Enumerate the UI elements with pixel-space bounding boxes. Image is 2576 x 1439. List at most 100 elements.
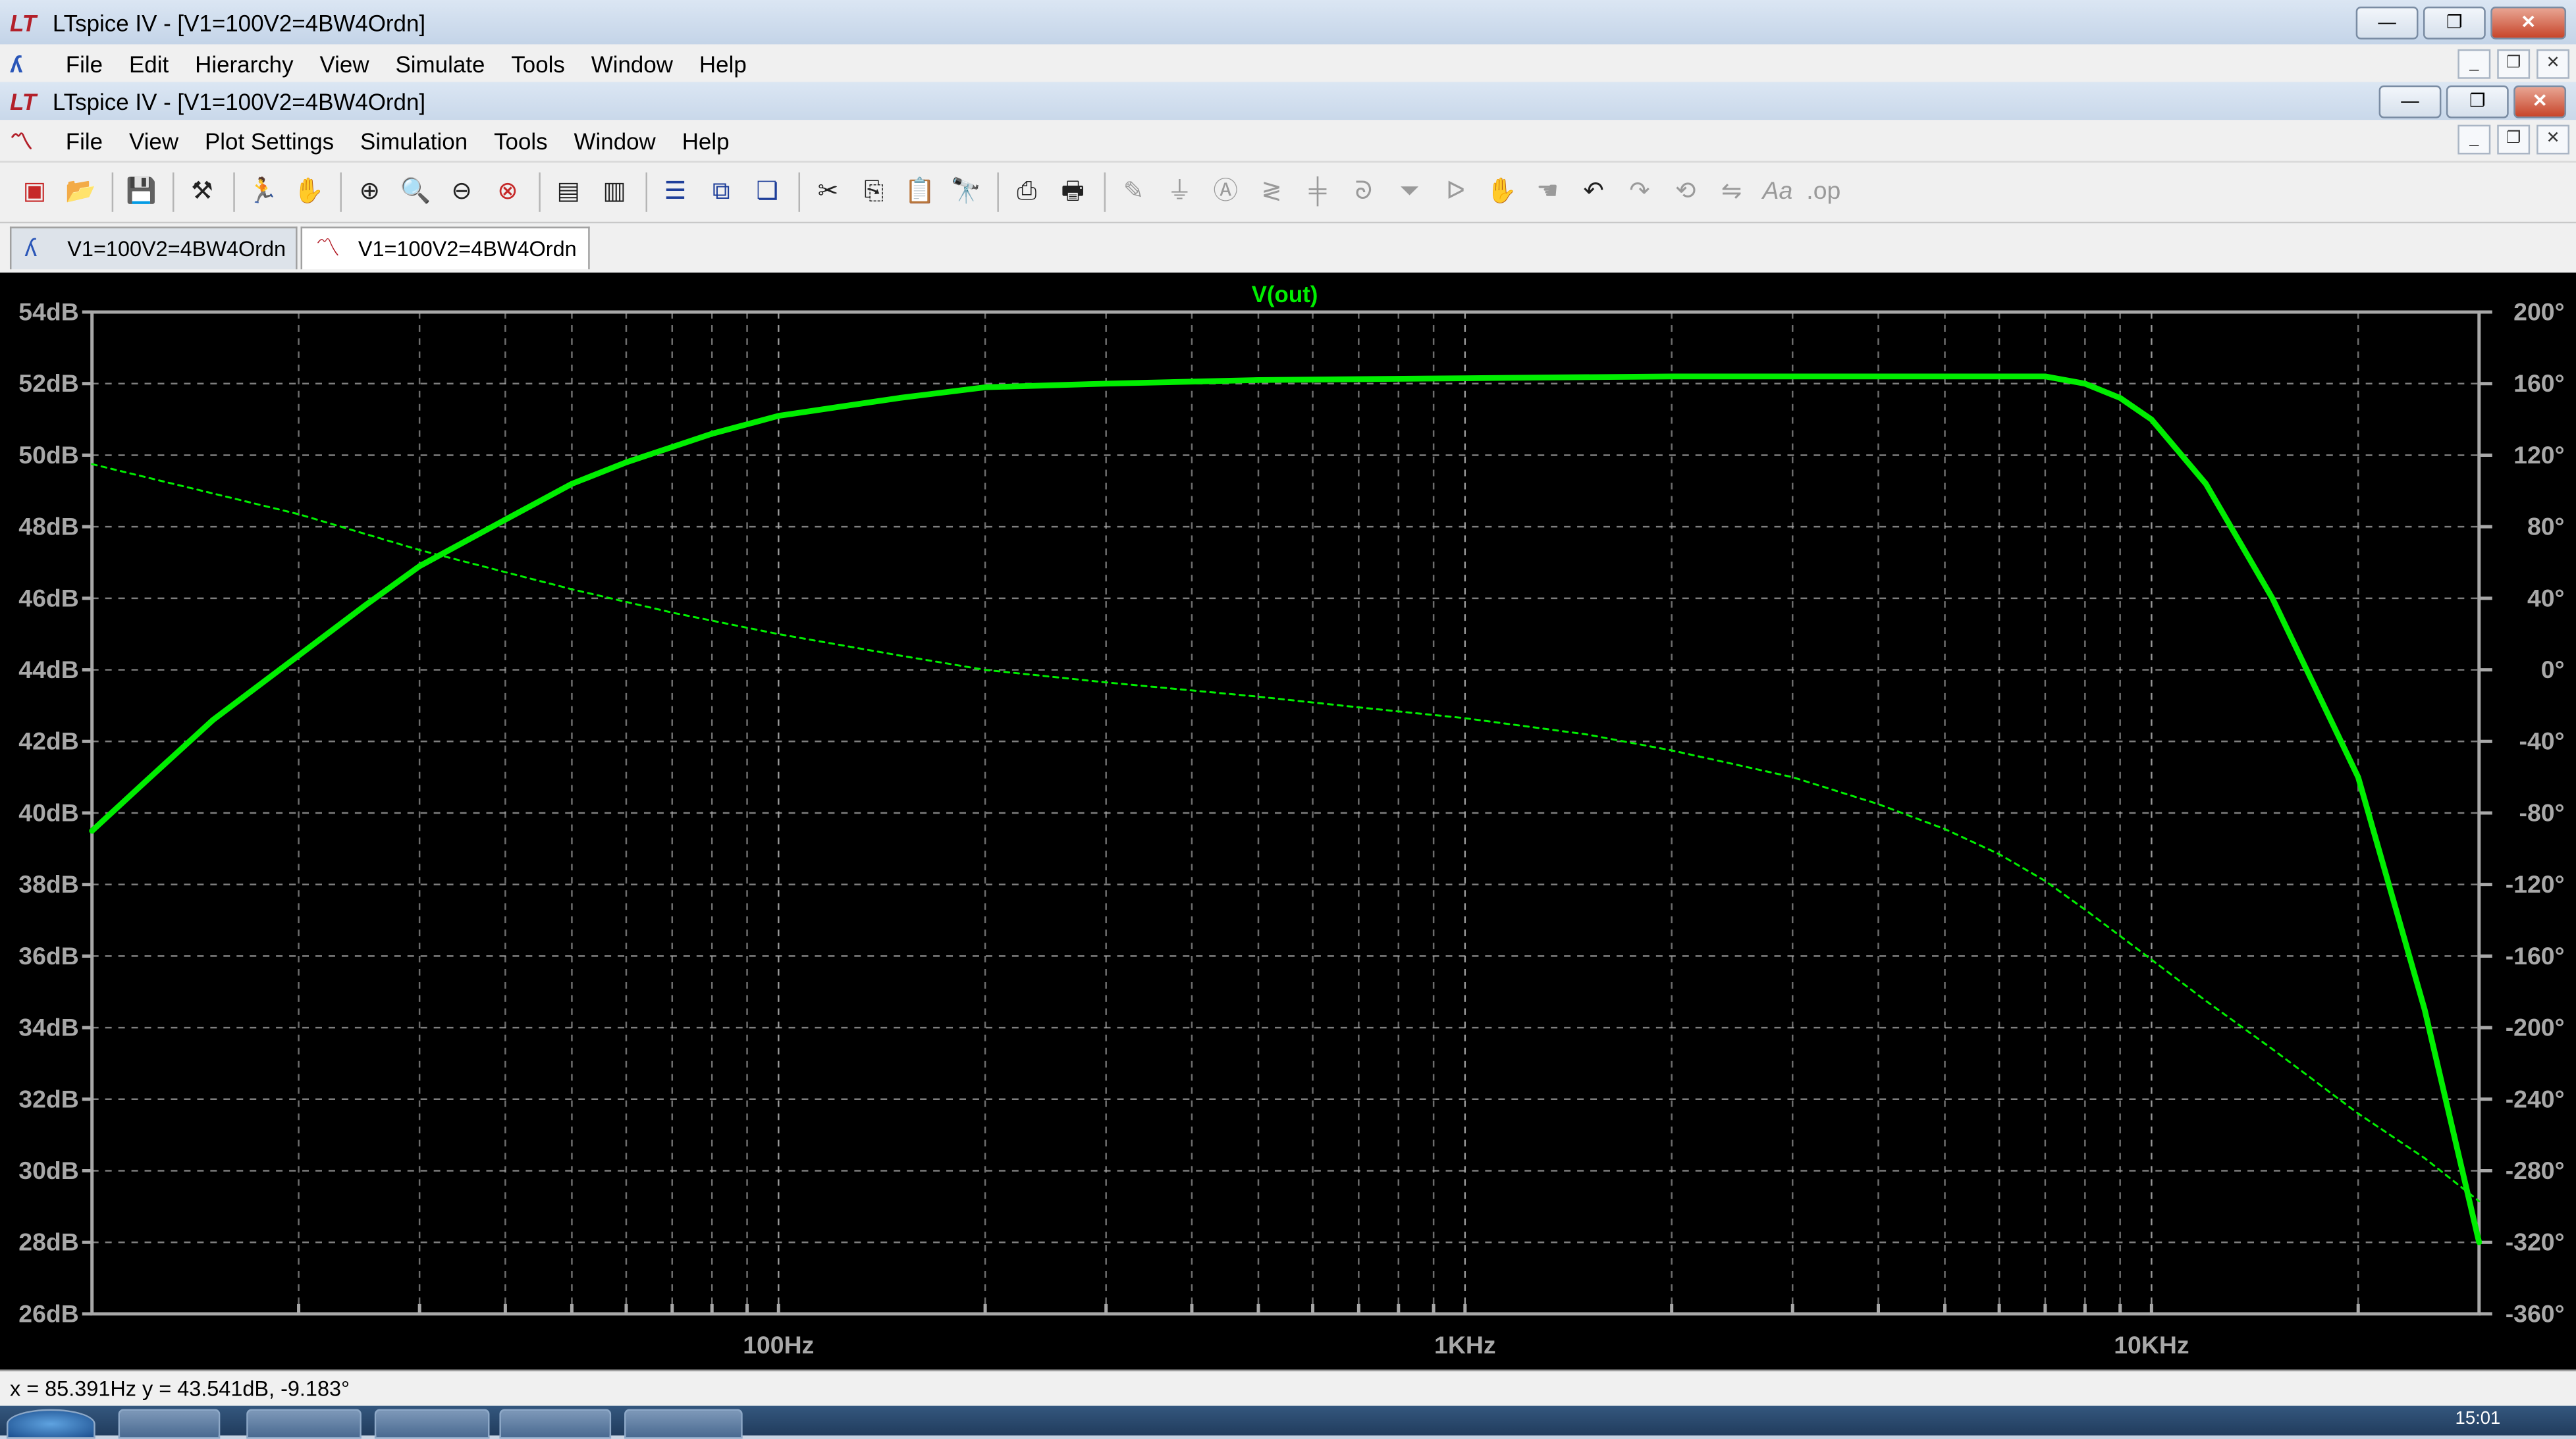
run-icon[interactable]: 🏃 (242, 172, 284, 212)
tile-vertical-icon[interactable]: ⧉ (700, 172, 743, 212)
rotate-icon[interactable]: ⟲ (1664, 172, 1707, 212)
menu-tools[interactable]: Tools (481, 127, 560, 153)
new-schematic-icon[interactable]: ▣ (13, 172, 56, 212)
main-menu-bar: ʎ File Edit Hierarchy View Simulate Tool… (0, 44, 2576, 82)
diode-icon[interactable]: ⏷ (1388, 172, 1431, 212)
magnitude-trace[interactable] (89, 373, 2482, 1245)
y-left-tick-label: 34dB (18, 1014, 78, 1041)
child-mdi-restore-button[interactable]: ❐ (2497, 124, 2531, 155)
menu-file[interactable]: File (53, 50, 116, 76)
find-icon[interactable]: 🔭 (945, 172, 988, 212)
trace-title-v-out[interactable]: V(out) (1252, 282, 1318, 307)
copy-icon[interactable]: ⎘ (853, 172, 896, 212)
child-restore-button[interactable]: ❐ (2446, 85, 2509, 118)
taskbar-clock: 15:01 (2455, 1409, 2501, 1429)
capacitor-icon[interactable]: ╪ (1296, 172, 1339, 212)
menu-simulate[interactable]: Simulate (383, 50, 498, 76)
menu-file[interactable]: File (53, 127, 116, 153)
tab-label: V1=100V2=4BW4Ordn (358, 236, 577, 261)
ltspice-app: LT LTspice IV - [V1=100V2=4BW4Ordn] — ❐ … (0, 0, 2576, 1439)
mdi-minimize-button[interactable]: _ (2457, 49, 2491, 79)
tile-horizontal-icon[interactable]: ☰ (654, 172, 697, 212)
cursor-readout: x = 85.391Hz y = 43.541dB, -9.183° (9, 1376, 350, 1401)
print-preview-icon[interactable]: ⎙ (1006, 172, 1048, 212)
autorange-icon[interactable]: ▤ (547, 172, 590, 212)
x-tick-label: 10KHz (2114, 1331, 2189, 1359)
menu-help[interactable]: Help (669, 127, 743, 153)
menu-hierarchy[interactable]: Hierarchy (182, 50, 306, 76)
zoom-fit-icon[interactable]: 🔍 (394, 172, 437, 212)
undo-icon[interactable]: ↶ (1572, 172, 1615, 212)
cascade-icon[interactable]: ❏ (746, 172, 789, 212)
child-mdi-minimize-button[interactable]: _ (2457, 124, 2491, 155)
halt-icon[interactable]: ✋ (288, 172, 331, 212)
save-icon[interactable]: 💾 (120, 172, 163, 212)
move-icon[interactable]: ✋ (1480, 172, 1523, 212)
minimize-button[interactable]: — (2355, 6, 2419, 39)
taskbar-excel[interactable] (499, 1409, 612, 1439)
open-icon[interactable]: 📂 (59, 172, 102, 212)
y-right-tick-label: -360° (2506, 1299, 2565, 1327)
zoom-in-icon[interactable]: ⊕ (348, 172, 391, 212)
ltspice-logo-icon: LT (9, 9, 37, 36)
phase-trace[interactable] (91, 463, 2481, 1203)
restore-button[interactable]: ❐ (2423, 6, 2486, 39)
child-close-button[interactable]: ✕ (2513, 85, 2567, 118)
resistor-icon[interactable]: ≷ (1250, 172, 1293, 212)
menu-plot-settings[interactable]: Plot Settings (192, 127, 347, 153)
close-button[interactable]: ✕ (2490, 6, 2567, 39)
tab-schematic[interactable]: ʎ V1=100V2=4BW4Ordn (9, 226, 298, 270)
taskbar-paint[interactable] (624, 1409, 743, 1439)
component-icon[interactable]: ᐅ (1434, 172, 1477, 212)
menu-simulation[interactable]: Simulation (347, 127, 481, 153)
zoom-out-icon[interactable]: ⊖ (441, 172, 483, 212)
taskbar-firefox[interactable] (118, 1409, 221, 1439)
ltspice-logo-icon: LT (9, 88, 37, 115)
control-panel-icon[interactable]: ⚒ (180, 172, 223, 212)
menu-help[interactable]: Help (686, 50, 760, 76)
y-left-tick-label: 28dB (18, 1228, 78, 1256)
menu-window[interactable]: Window (561, 127, 669, 153)
drag-icon[interactable]: ☚ (1526, 172, 1569, 212)
plot-pane-icon[interactable]: ▥ (593, 172, 636, 212)
menu-window[interactable]: Window (578, 50, 686, 76)
label-icon[interactable]: Ⓐ (1204, 172, 1247, 212)
menu-tools[interactable]: Tools (498, 50, 577, 76)
child-title-bar: LT LTspice IV - [V1=100V2=4BW4Ordn] — ❐ … (0, 82, 2576, 120)
bode-plot[interactable]: 54dB 52dB 50dB 48dB 46dB 44dB 42dB 40dB 38dB 36dB… (0, 273, 2576, 1370)
schematic-icon: ʎ (9, 50, 23, 77)
schematic-icon: ʎ (24, 234, 38, 263)
taskbar-ltspice[interactable] (374, 1409, 490, 1439)
menu-view[interactable]: View (307, 50, 383, 76)
redo-icon[interactable]: ↷ (1618, 172, 1661, 212)
paste-icon[interactable]: 📋 (899, 172, 942, 212)
print-icon[interactable]: 🖶 (1052, 172, 1094, 212)
mirror-icon[interactable]: ⇋ (1710, 172, 1753, 212)
toolbar: ▣ 📂 💾 ⚒ 🏃 ✋ ⊕ 🔍 ⊖ ⊗ ▤ ▥ ☰ ⧉ ❏ ✂ ⎘ 📋 🔭 ⎙ … (0, 161, 2576, 224)
ground-icon[interactable]: ⏚ (1158, 172, 1201, 212)
waveform-icon: 〽 (9, 127, 33, 154)
mdi-restore-button[interactable]: ❐ (2497, 49, 2531, 79)
start-button[interactable] (6, 1409, 95, 1439)
child-mdi-close-button[interactable]: ✕ (2536, 124, 2570, 155)
y-left-tick-label: 42dB (18, 727, 78, 755)
y-left-tick-label: 48dB (18, 513, 78, 540)
y-right-tick-label: 0° (2541, 656, 2565, 683)
cut-icon[interactable]: ✂ (807, 172, 849, 212)
menu-edit[interactable]: Edit (116, 50, 182, 76)
child-minimize-button[interactable]: — (2378, 85, 2442, 118)
zoom-cancel-icon[interactable]: ⊗ (486, 172, 529, 212)
waveform-plot-pane[interactable]: 54dB 52dB 50dB 48dB 46dB 44dB 42dB 40dB 38dB 36dB… (0, 273, 2576, 1370)
y-left-tick-label: 38dB (18, 870, 78, 898)
y-left-tick-label: 50dB (18, 441, 78, 469)
text-icon[interactable]: Aa (1756, 172, 1799, 212)
y-right-tick-label: 40° (2527, 584, 2565, 612)
mdi-close-button[interactable]: ✕ (2536, 49, 2570, 79)
spice-directive-icon[interactable]: .op (1802, 172, 1845, 212)
wire-icon[interactable]: ✎ (1112, 172, 1155, 212)
inductor-icon[interactable]: ᘐ (1342, 172, 1385, 212)
tab-waveform[interactable]: 〽 V1=100V2=4BW4Ordn (300, 226, 590, 270)
menu-view[interactable]: View (116, 127, 192, 153)
x-tick-label: 100Hz (743, 1331, 814, 1359)
taskbar-explorer[interactable] (246, 1409, 362, 1439)
